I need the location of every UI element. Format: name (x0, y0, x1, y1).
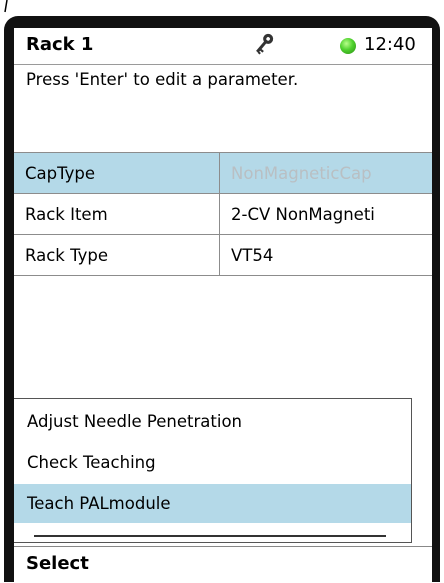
corner-tick-mark (4, 0, 8, 13)
context-menu: Adjust Needle Penetration Check Teaching… (14, 398, 412, 543)
param-name: Rack Item (14, 193, 220, 235)
screen: Rack 1 12:40 Press 'Enter' to edit a par… (14, 28, 432, 582)
param-name: CapType (14, 152, 220, 194)
menu-item-teach-palmodule[interactable]: Teach PALmodule (14, 484, 411, 523)
status-led-icon (340, 38, 356, 54)
instruction-text: Press 'Enter' to edit a parameter. (26, 70, 299, 89)
clock: 12:40 (364, 34, 416, 55)
page-title: Rack 1 (26, 34, 94, 55)
key-icon (256, 33, 274, 55)
parameter-table: CapType NonMagneticCap Rack Item 2-CV No… (14, 152, 432, 276)
softkey-bar: Select (14, 546, 432, 583)
param-value: VT54 (219, 234, 432, 276)
table-row[interactable]: Rack Item 2-CV NonMagneti (14, 193, 432, 235)
menu-item-adjust-needle-penetration[interactable]: Adjust Needle Penetration (14, 402, 411, 441)
table-row[interactable]: CapType NonMagneticCap (14, 152, 432, 194)
title-bar: Rack 1 12:40 (14, 28, 432, 65)
menu-scroll-divider (34, 535, 386, 537)
table-row[interactable]: Rack Type VT54 (14, 234, 432, 276)
param-value: NonMagneticCap (219, 152, 432, 194)
menu-item-check-teaching[interactable]: Check Teaching (14, 443, 411, 482)
param-value: 2-CV NonMagneti (219, 193, 432, 235)
select-softkey-button[interactable]: Select (26, 553, 89, 574)
param-name: Rack Type (14, 234, 220, 276)
